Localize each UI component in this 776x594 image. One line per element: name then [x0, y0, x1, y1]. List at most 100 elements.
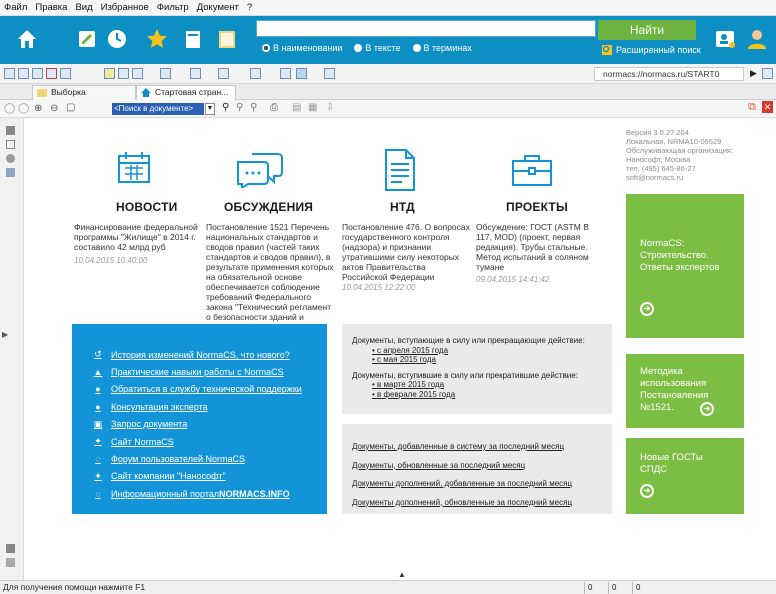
find-button[interactable]: Найти	[598, 20, 696, 40]
properties-icon[interactable]	[6, 168, 15, 177]
forward-icon[interactable]: ◯	[18, 103, 29, 114]
quick-links-panel: ↺ История изменений NormaCS, что нового? …	[72, 324, 327, 514]
user-account-icon[interactable]	[744, 26, 770, 52]
zoom-out-icon[interactable]: ⊖	[50, 103, 58, 114]
favorites-star-icon[interactable]	[144, 26, 170, 52]
menu-help[interactable]: ?	[247, 2, 252, 13]
print-doc-icon[interactable]: ⎙	[270, 102, 278, 113]
folder-icon[interactable]	[214, 26, 240, 52]
status-help-text: Для получения помощи нажмите F1	[3, 582, 146, 592]
tab-document-selection[interactable]: Выборка документов	[32, 85, 136, 110]
link-history[interactable]: ↺ История изменений NormaCS, что нового?	[92, 346, 327, 363]
radio-icon	[412, 44, 421, 52]
list-icon[interactable]	[60, 68, 71, 79]
link-forum[interactable]: ◌ Форум пользователей NormaCS	[92, 450, 327, 467]
dropdown-doc-icon[interactable]	[132, 68, 143, 79]
news-date: 10.04.2015 10:40:00	[74, 256, 148, 265]
address-field[interactable]: normacs://normacs.ru/START0	[594, 67, 744, 81]
navigate-icon[interactable]	[762, 68, 773, 79]
menu-filter[interactable]: Фильтр	[157, 2, 189, 13]
addons-added-link[interactable]: Документы дополнений, добавленные за пос…	[352, 475, 612, 494]
history-clock-icon[interactable]	[104, 26, 130, 52]
menu-file[interactable]: Файл	[4, 2, 27, 13]
scope-terms-radio[interactable]: В терминах	[412, 43, 472, 53]
advanced-search-link[interactable]: Расширенный поиск	[602, 45, 701, 55]
menu-edit[interactable]: Правка	[35, 2, 67, 13]
scroll-up-arrow-icon[interactable]: ▲	[398, 570, 406, 579]
expand-arrow-icon[interactable]: ▶	[2, 330, 8, 339]
scope-title-radio[interactable]: В наименовании	[262, 43, 342, 53]
list-item[interactable]: • с мая 2015 года	[372, 355, 612, 365]
ntd-title[interactable]: НТД	[390, 200, 415, 214]
chevron-down-icon[interactable]: ▼	[205, 103, 215, 115]
bottom-panel-icon[interactable]	[6, 544, 15, 553]
recent-documents-panel: Документы, добавленные в систему за посл…	[342, 424, 612, 514]
user-card-icon[interactable]	[712, 26, 738, 52]
search-input[interactable]	[256, 20, 596, 37]
edit-document-icon[interactable]	[74, 26, 100, 52]
panel-toggle-icon[interactable]	[6, 126, 15, 135]
layout-icon[interactable]	[296, 68, 307, 79]
link-normacs-site[interactable]: ✦ Сайт NormaCS	[92, 433, 327, 450]
link-nanosoft-site[interactable]: ✦ Сайт компании "Нанософт"	[92, 468, 327, 485]
home-icon[interactable]	[14, 26, 40, 52]
find-next-icon[interactable]: ⚲	[236, 102, 243, 113]
projects-body[interactable]: Обсуждение: ГОСТ (ASTM В 117, MOD) (прое…	[476, 222, 604, 272]
chat-bubbles-icon	[234, 148, 284, 191]
print-icon[interactable]	[250, 68, 261, 79]
export-pdf-icon[interactable]	[46, 68, 57, 79]
text-icon[interactable]	[218, 68, 229, 79]
scope-text-radio[interactable]: В тексте	[354, 43, 401, 53]
projects-title[interactable]: ПРОЕКТЫ	[506, 200, 568, 214]
go-arrow-icon[interactable]: ▶	[750, 68, 757, 79]
news-title[interactable]: НОВОСТИ	[116, 200, 177, 214]
document-search-input[interactable]: <Поиск в документе>	[112, 103, 204, 115]
menu-document[interactable]: Документ	[197, 2, 239, 13]
recent-added-link[interactable]: Документы, добавленные в систему за посл…	[352, 438, 612, 457]
tab-start-page[interactable]: Стартовая стран...	[136, 85, 236, 100]
export-doc-icon[interactable]: ⇩	[326, 102, 334, 113]
filter-icon[interactable]	[190, 68, 201, 79]
menu-favorites[interactable]: Избранное	[101, 2, 149, 13]
experts-answers-card[interactable]: NormaCS: Строительство. Ответы экспертов…	[626, 194, 744, 338]
book-icon[interactable]	[180, 26, 206, 52]
ntd-body[interactable]: Постановление 476. О вопросах государств…	[342, 222, 470, 282]
bookmark-icon[interactable]	[160, 68, 171, 79]
link-info-portal[interactable]: ◌ Информационный портал NORMACS.INFO	[92, 485, 327, 502]
save-as-icon[interactable]	[18, 68, 29, 79]
copy-icon[interactable]	[118, 68, 129, 79]
methodology-card[interactable]: Методика использования Постановления №15…	[626, 354, 744, 428]
bottom-panel-icon-2[interactable]	[6, 558, 15, 567]
tools-icon[interactable]	[324, 68, 335, 79]
news-body[interactable]: Финансирование федеральной программы "Жи…	[74, 222, 202, 252]
list-item[interactable]: • с апреля 2015 года	[372, 346, 612, 356]
contents-icon[interactable]	[6, 140, 15, 149]
list-item[interactable]: • в марте 2015 года	[372, 380, 612, 390]
addons-updated-link[interactable]: Документы дополнений, обновленные за пос…	[352, 494, 612, 513]
doc-icon[interactable]	[104, 68, 115, 79]
find-prev-icon[interactable]: ⚲	[250, 102, 257, 113]
export-icon[interactable]	[32, 68, 43, 79]
binoculars-icon[interactable]: ⚲	[222, 102, 229, 113]
bookmarks-icon[interactable]	[6, 154, 15, 163]
link-support[interactable]: ● Обратиться в службу технической поддерж…	[92, 381, 327, 398]
link-request-document[interactable]: ▣ Запрос документа	[92, 416, 327, 433]
zoom-in-icon[interactable]: ⊕	[34, 103, 42, 114]
check-icon[interactable]	[280, 68, 291, 79]
image-icon[interactable]: ▦	[308, 102, 317, 113]
close-icon[interactable]: ✕	[762, 101, 773, 113]
back-icon[interactable]: ◯	[4, 103, 15, 114]
link-expert-consultation[interactable]: ● Консультация эксперта	[92, 398, 327, 415]
link-practical-skills[interactable]: ▲ Практические навыки работы с NormaCS	[92, 363, 327, 380]
status-cell: 0	[632, 582, 692, 594]
save-icon[interactable]	[4, 68, 15, 79]
discussions-title[interactable]: ОБСУЖДЕНИЯ	[224, 200, 313, 214]
restore-icon[interactable]: ⧉	[748, 101, 756, 114]
fit-page-icon[interactable]: ▢	[66, 102, 75, 113]
list-item[interactable]: • в феврале 2015 года	[372, 390, 612, 400]
recent-updated-link[interactable]: Документы, обновленные за последний меся…	[352, 457, 612, 476]
new-gost-card[interactable]: Новые ГОСТы СПДС ➜	[626, 438, 744, 514]
menu-view[interactable]: Вид	[75, 2, 92, 13]
pages-icon[interactable]: ▤	[292, 102, 301, 113]
discussions-body[interactable]: Постановление 1521 Перечень национальных…	[206, 222, 336, 332]
